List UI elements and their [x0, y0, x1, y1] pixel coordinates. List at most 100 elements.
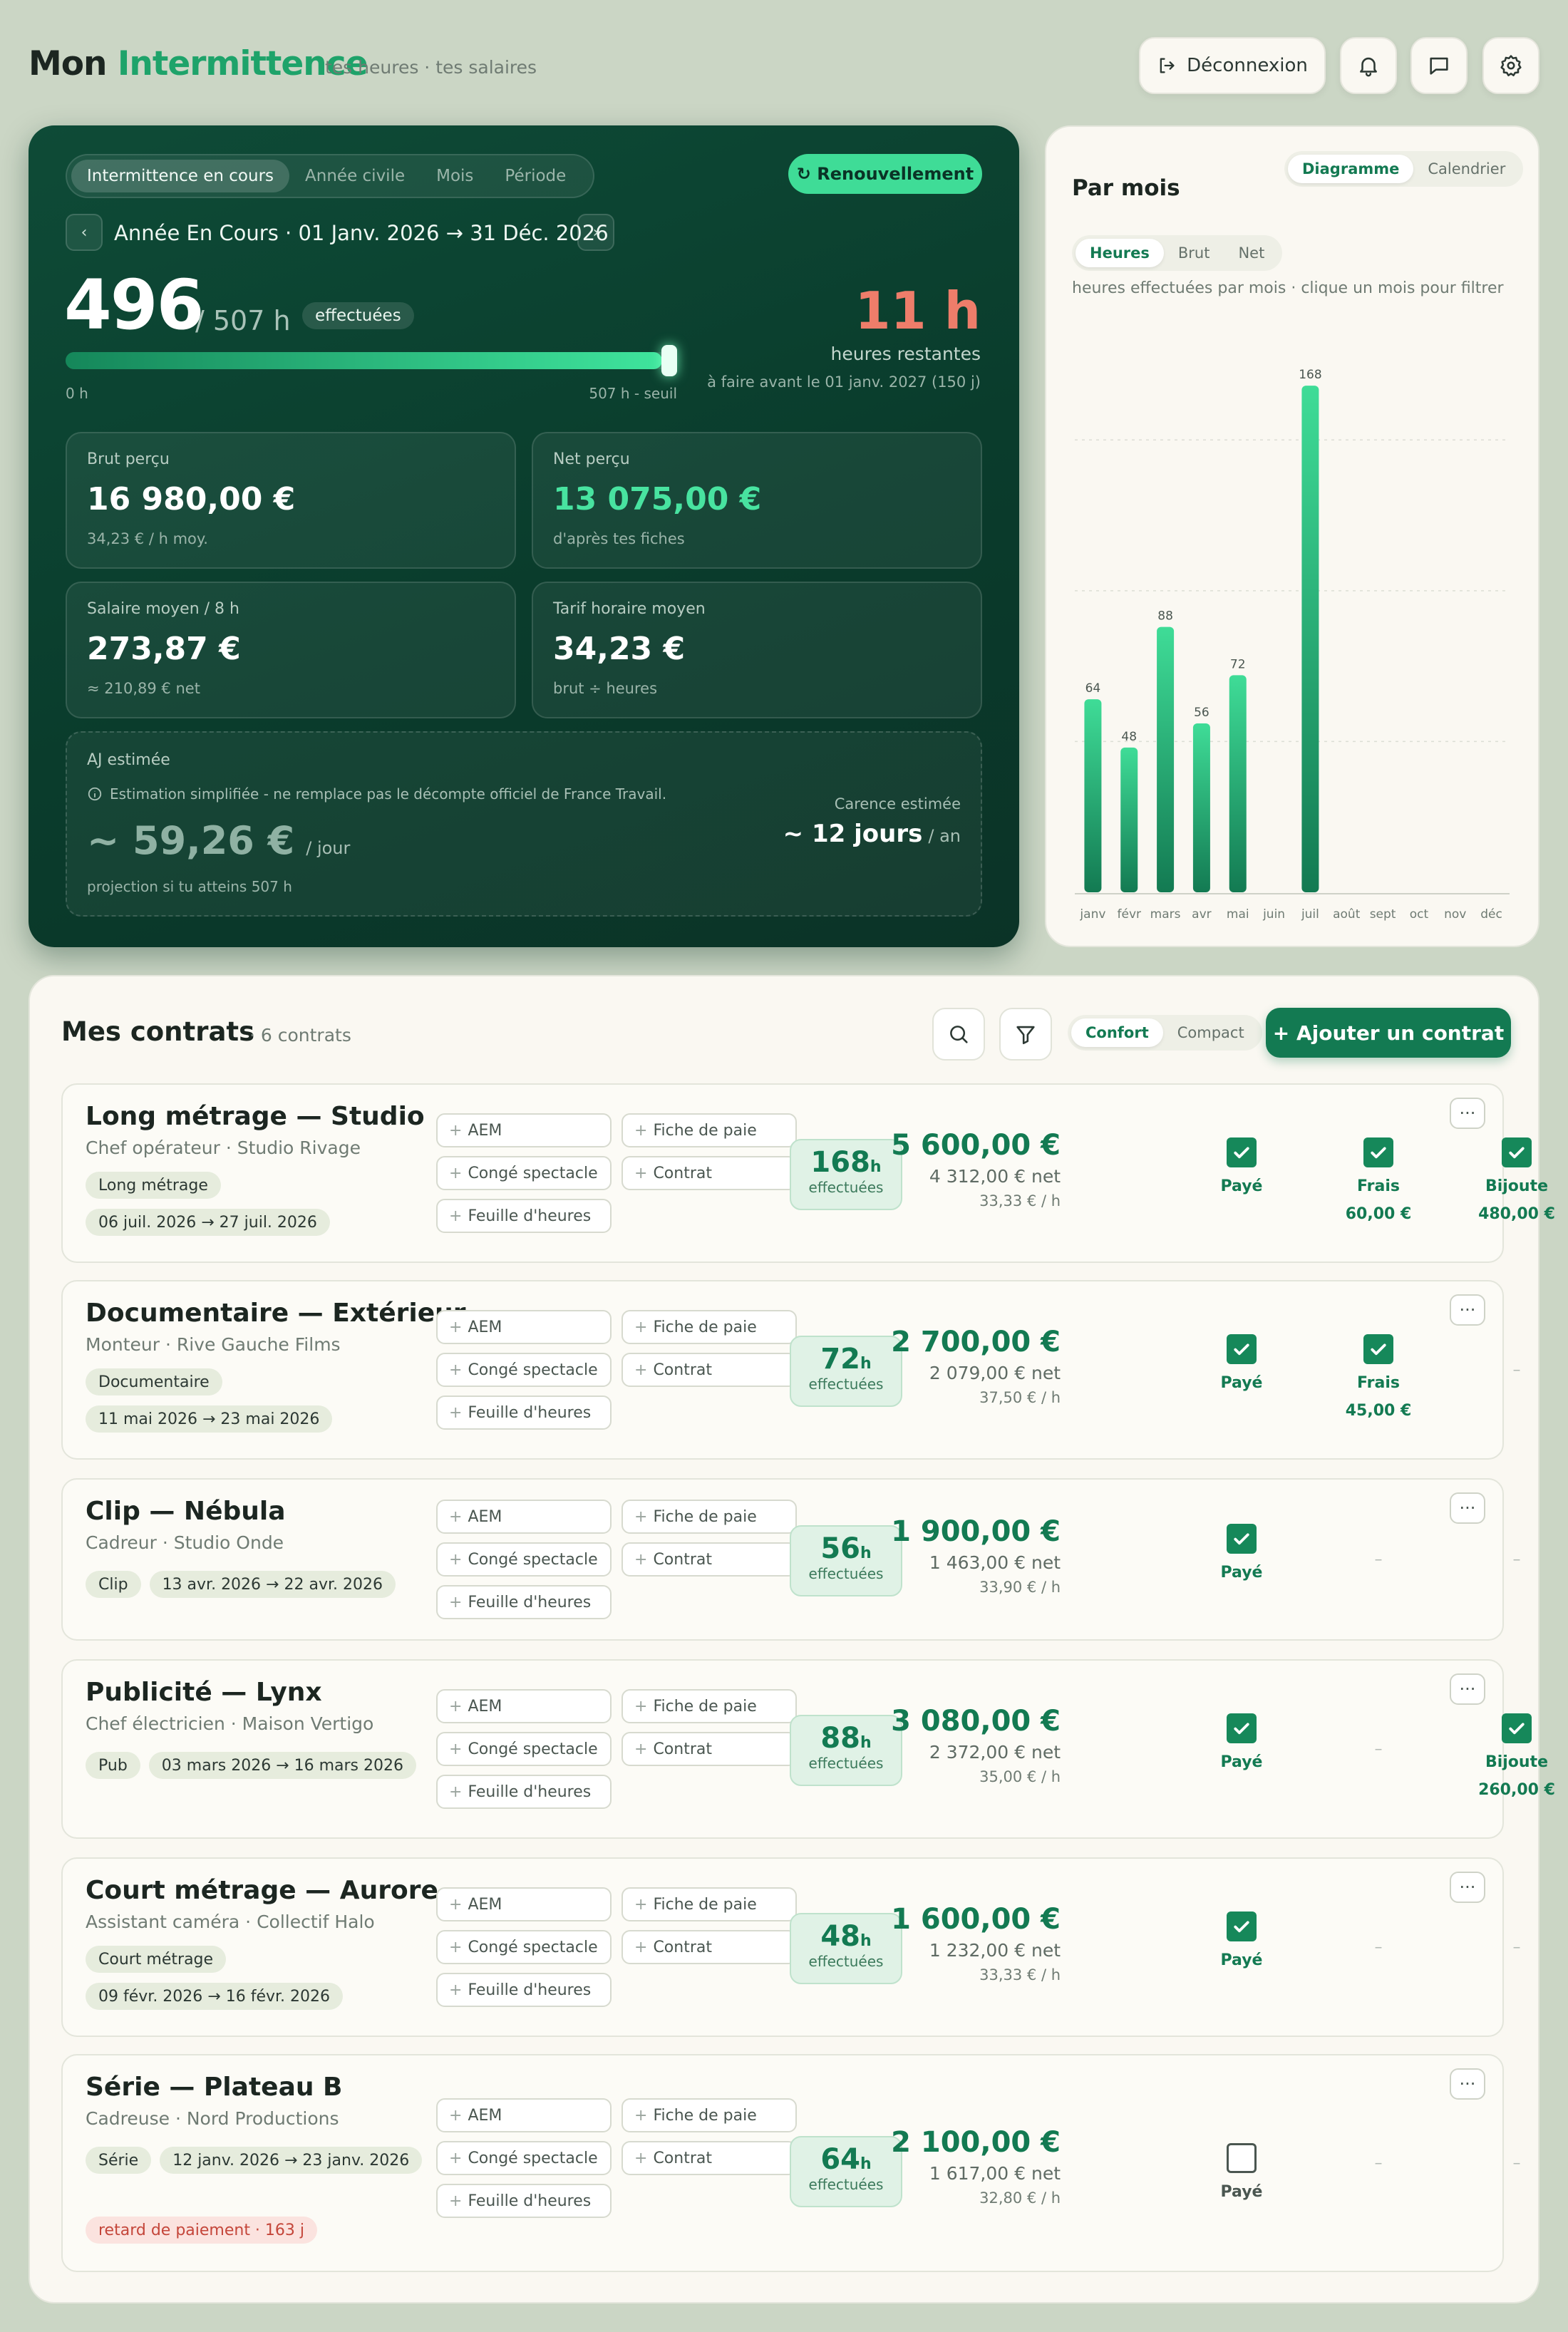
contract-card[interactable]: Documentaire — Extérieur Monteur · Rive G…	[61, 1280, 1521, 1460]
doc-contrat-button[interactable]: + Contrat	[621, 1732, 797, 1766]
chart-month-label[interactable]: oct	[1410, 907, 1429, 922]
toggle-calendrier[interactable]: Calendrier	[1413, 155, 1520, 183]
chart-month-label[interactable]: nov	[1444, 907, 1466, 922]
chart-month-label[interactable]: déc	[1480, 907, 1502, 922]
filter-button[interactable]	[999, 1008, 1052, 1061]
chart-bar-mai[interactable]	[1229, 675, 1247, 892]
doc-fiche-paie-button[interactable]: + Fiche de paie	[621, 1310, 797, 1344]
search-button[interactable]	[932, 1008, 985, 1061]
doc-conge-spectacle-button[interactable]: + Congé spectacle	[436, 2141, 612, 2175]
toggle-confort[interactable]: Confort	[1071, 1018, 1163, 1047]
doc-aem-button[interactable]: + AEM	[436, 1887, 612, 1921]
doc-aem-button[interactable]: + AEM	[436, 1689, 612, 1723]
renewal-button[interactable]: ↻ Renouvellement	[788, 154, 982, 194]
more-options-button[interactable]: ···	[1450, 1872, 1485, 1903]
tab-intermittence[interactable]: Intermittence en cours	[71, 160, 290, 192]
doc-conge-spectacle-button[interactable]: + Congé spectacle	[436, 1930, 612, 1964]
doc-contrat-button[interactable]: + Contrat	[621, 2141, 797, 2175]
chart-bar-avr[interactable]	[1192, 723, 1210, 892]
chart-bar-juil[interactable]	[1301, 386, 1319, 892]
doc-fiche-paie-button[interactable]: + Fiche de paie	[621, 1887, 797, 1921]
chart-month-label[interactable]: févr	[1118, 907, 1142, 922]
more-options-button[interactable]: ···	[1450, 1098, 1485, 1129]
tab-mois[interactable]: Mois	[421, 160, 489, 192]
contract-card[interactable]: Long métrage — Studio Chef opérateur · St…	[61, 1083, 1555, 1263]
doc-conge-spectacle-button[interactable]: + Congé spectacle	[436, 1353, 612, 1387]
toggle-diagramme[interactable]: Diagramme	[1288, 155, 1414, 183]
chart-month-label[interactable]: mars	[1150, 907, 1181, 922]
doc-contrat-button[interactable]: + Contrat	[621, 1930, 797, 1964]
doc-contrat-button[interactable]: + Contrat	[621, 1542, 797, 1577]
notifications-button[interactable]	[1340, 37, 1397, 94]
tab-annee-civile[interactable]: Année civile	[289, 160, 421, 192]
more-options-button[interactable]: ···	[1450, 1492, 1485, 1524]
bijoute-checkbox[interactable]	[1502, 1137, 1532, 1167]
contract-card[interactable]: Publicité — Lynx Chef électricien · Maiso…	[61, 1659, 1555, 1839]
toggle-compact[interactable]: Compact	[1163, 1018, 1259, 1047]
doc-contrat-button[interactable]: + Contrat	[621, 1156, 797, 1190]
density-toggle: Confort Compact	[1068, 1015, 1262, 1051]
bijoute-checkbox[interactable]	[1502, 1713, 1532, 1743]
tab-periode[interactable]: Période	[489, 160, 582, 192]
doc-contrat-button[interactable]: + Contrat	[621, 1353, 797, 1387]
doc-fiche-paie-button[interactable]: + Fiche de paie	[621, 1113, 797, 1147]
paid-column: Payé	[1170, 1713, 1313, 1771]
kpi-net-sub: d'après tes fiches	[553, 530, 685, 547]
add-contract-button[interactable]: + Ajouter un contrat	[1266, 1008, 1511, 1058]
next-period-button[interactable]: ›	[577, 214, 614, 251]
messages-button[interactable]	[1410, 37, 1468, 94]
toggle-net[interactable]: Net	[1224, 239, 1279, 267]
paid-checkbox[interactable]	[1227, 1911, 1257, 1941]
chart-bar-mars[interactable]	[1157, 626, 1175, 892]
chart-month-label[interactable]: sept	[1370, 907, 1396, 922]
chart-month-label[interactable]: août	[1333, 907, 1361, 922]
doc-aem-button[interactable]: + AEM	[436, 1113, 612, 1147]
doc-fiche-paie-button[interactable]: + Fiche de paie	[621, 1689, 797, 1723]
chart-month-label[interactable]: juil	[1301, 907, 1319, 922]
bijoute-label: Bijoute	[1485, 1177, 1549, 1195]
contract-card[interactable]: Clip — Nébula Cadreur · Studio Onde Clip 13…	[61, 1478, 1521, 1641]
contract-role: Chef électricien · Maison Vertigo	[86, 1713, 374, 1734]
frais-checkbox[interactable]	[1363, 1334, 1393, 1364]
period-label: Année En Cours · 01 Janv. 2026 → 31 Déc.…	[114, 221, 609, 245]
more-options-button[interactable]: ···	[1450, 1294, 1485, 1326]
chart-bar-janv[interactable]	[1084, 699, 1102, 892]
paid-checkbox[interactable]	[1227, 2143, 1257, 2173]
doc-fiche-paie-button[interactable]: + Fiche de paie	[621, 2098, 797, 2132]
paid-checkbox[interactable]	[1227, 1713, 1257, 1743]
prev-period-button[interactable]: ‹	[66, 214, 103, 251]
doc-conge-spectacle-button[interactable]: + Congé spectacle	[436, 1156, 612, 1190]
doc-feuille-heures-button[interactable]: + Feuille d'heures	[436, 2184, 612, 2218]
contract-card[interactable]: Série — Plateau B Cadreuse · Nord Product…	[61, 2054, 1521, 2272]
doc-conge-spectacle-button-label: Congé spectacle	[468, 1740, 598, 1758]
chart-bar-févr[interactable]	[1120, 747, 1138, 892]
doc-feuille-heures-button[interactable]: + Feuille d'heures	[436, 1199, 612, 1233]
settings-button[interactable]	[1482, 37, 1539, 94]
toggle-heures[interactable]: Heures	[1076, 239, 1164, 267]
paid-checkbox[interactable]	[1227, 1524, 1257, 1554]
doc-feuille-heures-button[interactable]: + Feuille d'heures	[436, 1775, 612, 1809]
chart-month-label[interactable]: mai	[1227, 907, 1249, 922]
doc-feuille-heures-button[interactable]: + Feuille d'heures	[436, 1973, 612, 2007]
chart-month-label[interactable]: juin	[1262, 907, 1285, 922]
chart-month-label[interactable]: janv	[1079, 907, 1105, 922]
doc-fiche-paie-button[interactable]: + Fiche de paie	[621, 1500, 797, 1534]
doc-feuille-heures-button[interactable]: + Feuille d'heures	[436, 1395, 612, 1430]
frais-checkbox[interactable]	[1363, 1137, 1393, 1167]
toggle-brut[interactable]: Brut	[1164, 239, 1224, 267]
doc-aem-button[interactable]: + AEM	[436, 1500, 612, 1534]
doc-conge-spectacle-button[interactable]: + Congé spectacle	[436, 1732, 612, 1766]
more-options-button[interactable]: ···	[1450, 1673, 1485, 1705]
paid-checkbox[interactable]	[1227, 1137, 1257, 1167]
contract-card[interactable]: Court métrage — Aurore Assistant caméra ·…	[61, 1857, 1521, 2037]
bijoute-value: 480,00 €	[1478, 1205, 1555, 1223]
paid-checkbox[interactable]	[1227, 1334, 1257, 1364]
logout-button[interactable]: Déconnexion	[1139, 37, 1326, 94]
more-options-button[interactable]: ···	[1450, 2068, 1485, 2100]
chart-month-label[interactable]: avr	[1192, 907, 1211, 922]
doc-aem-button[interactable]: + AEM	[436, 2098, 612, 2132]
contract-hours-box: 56h effectuées	[790, 1525, 902, 1596]
doc-feuille-heures-button[interactable]: + Feuille d'heures	[436, 1585, 612, 1619]
doc-aem-button[interactable]: + AEM	[436, 1310, 612, 1344]
doc-conge-spectacle-button[interactable]: + Congé spectacle	[436, 1542, 612, 1577]
